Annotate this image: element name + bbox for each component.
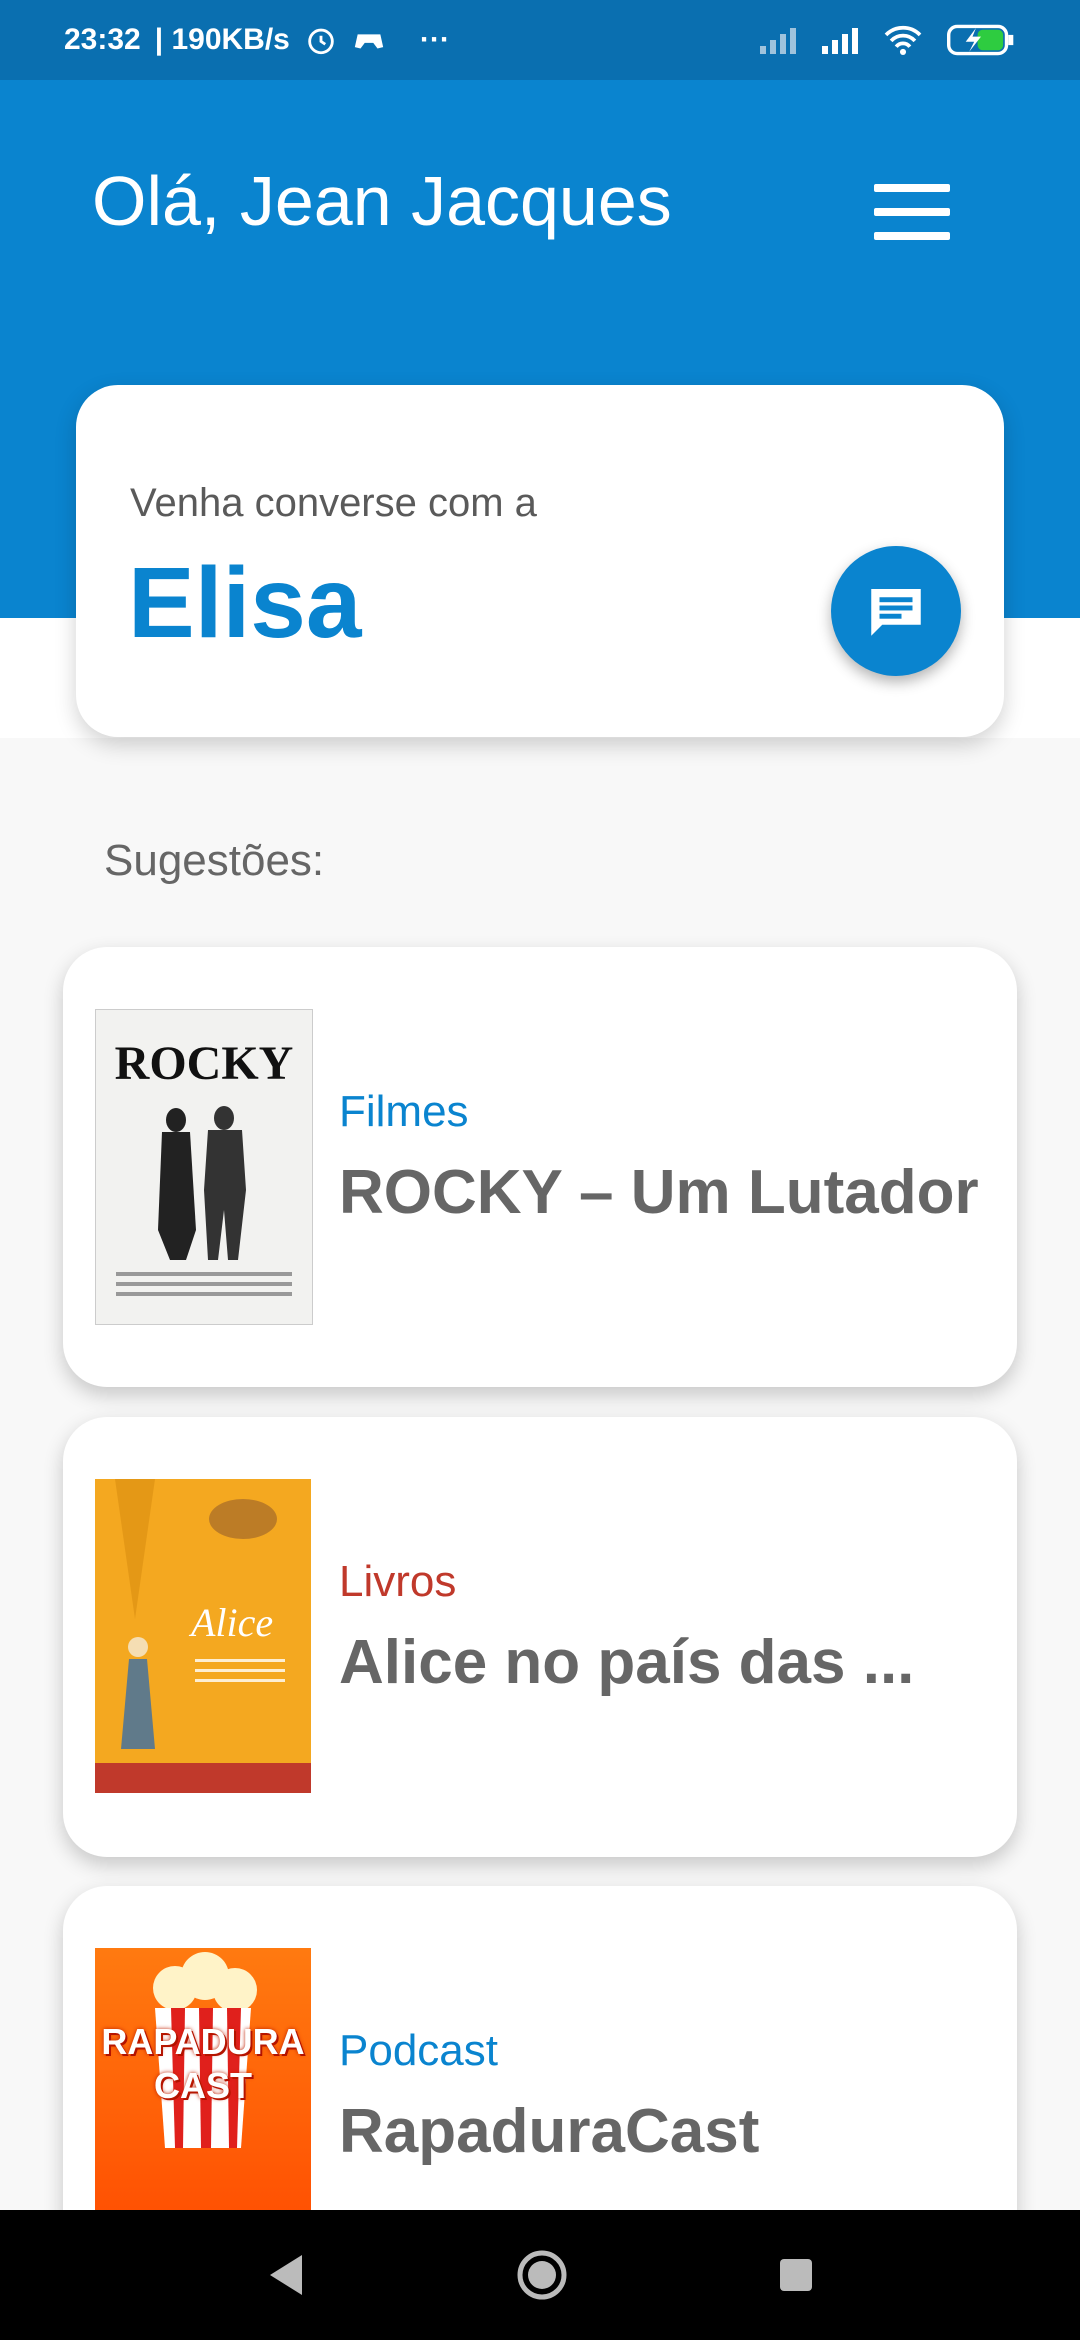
book-cover: Alice xyxy=(95,1479,311,1793)
poster-figures xyxy=(116,1106,292,1296)
suggestion-title: ROCKY – Um Lutador xyxy=(339,1158,979,1227)
game-controller-icon xyxy=(354,34,384,49)
suggestion-title: RapaduraCast xyxy=(339,2097,760,2166)
home-icon[interactable] xyxy=(516,2249,568,2301)
more-indicator: ··· xyxy=(419,23,450,56)
clock: 23:32 xyxy=(64,23,141,56)
elisa-subtitle: Venha converse com a xyxy=(130,481,537,525)
suggestion-category: Filmes xyxy=(339,1087,469,1136)
navigation-bar xyxy=(0,2210,1080,2340)
hamburger-menu-icon[interactable] xyxy=(874,184,950,240)
suggestion-card-book[interactable]: Alice Livros Alice no país das ... xyxy=(63,1417,1017,1857)
elisa-name: Elisa xyxy=(128,547,362,659)
chat-button[interactable] xyxy=(831,546,961,676)
movie-poster: ROCKY xyxy=(95,1009,313,1325)
suggestion-category: Livros xyxy=(339,1557,457,1606)
battery-charging-icon xyxy=(947,24,1014,56)
cover-title: RAPADURA CAST xyxy=(101,2021,305,2106)
suggestions-label: Sugestões: xyxy=(104,836,325,885)
alarm-icon xyxy=(308,28,334,55)
suggestion-category: Podcast xyxy=(339,2026,498,2075)
network-speed: | 190KB/s xyxy=(154,23,290,56)
greeting-title: Olá, Jean Jacques xyxy=(92,162,672,240)
chat-message-icon xyxy=(871,589,921,636)
wifi-icon xyxy=(884,25,922,55)
cover-title: Alice xyxy=(191,1600,274,1645)
signal-icon xyxy=(760,28,796,54)
signal-icon xyxy=(822,28,858,54)
elisa-card[interactable]: Venha converse com a Elisa xyxy=(76,385,1004,737)
suggestion-title: Alice no país das ... xyxy=(339,1628,915,1697)
status-bar: 23:32 | 190KB/s ··· xyxy=(0,0,1080,80)
recents-icon[interactable] xyxy=(778,2257,814,2293)
suggestion-card-movie[interactable]: ROCKY Filmes ROCKY – Um Lutador xyxy=(63,947,1017,1387)
back-icon[interactable] xyxy=(266,2253,306,2297)
